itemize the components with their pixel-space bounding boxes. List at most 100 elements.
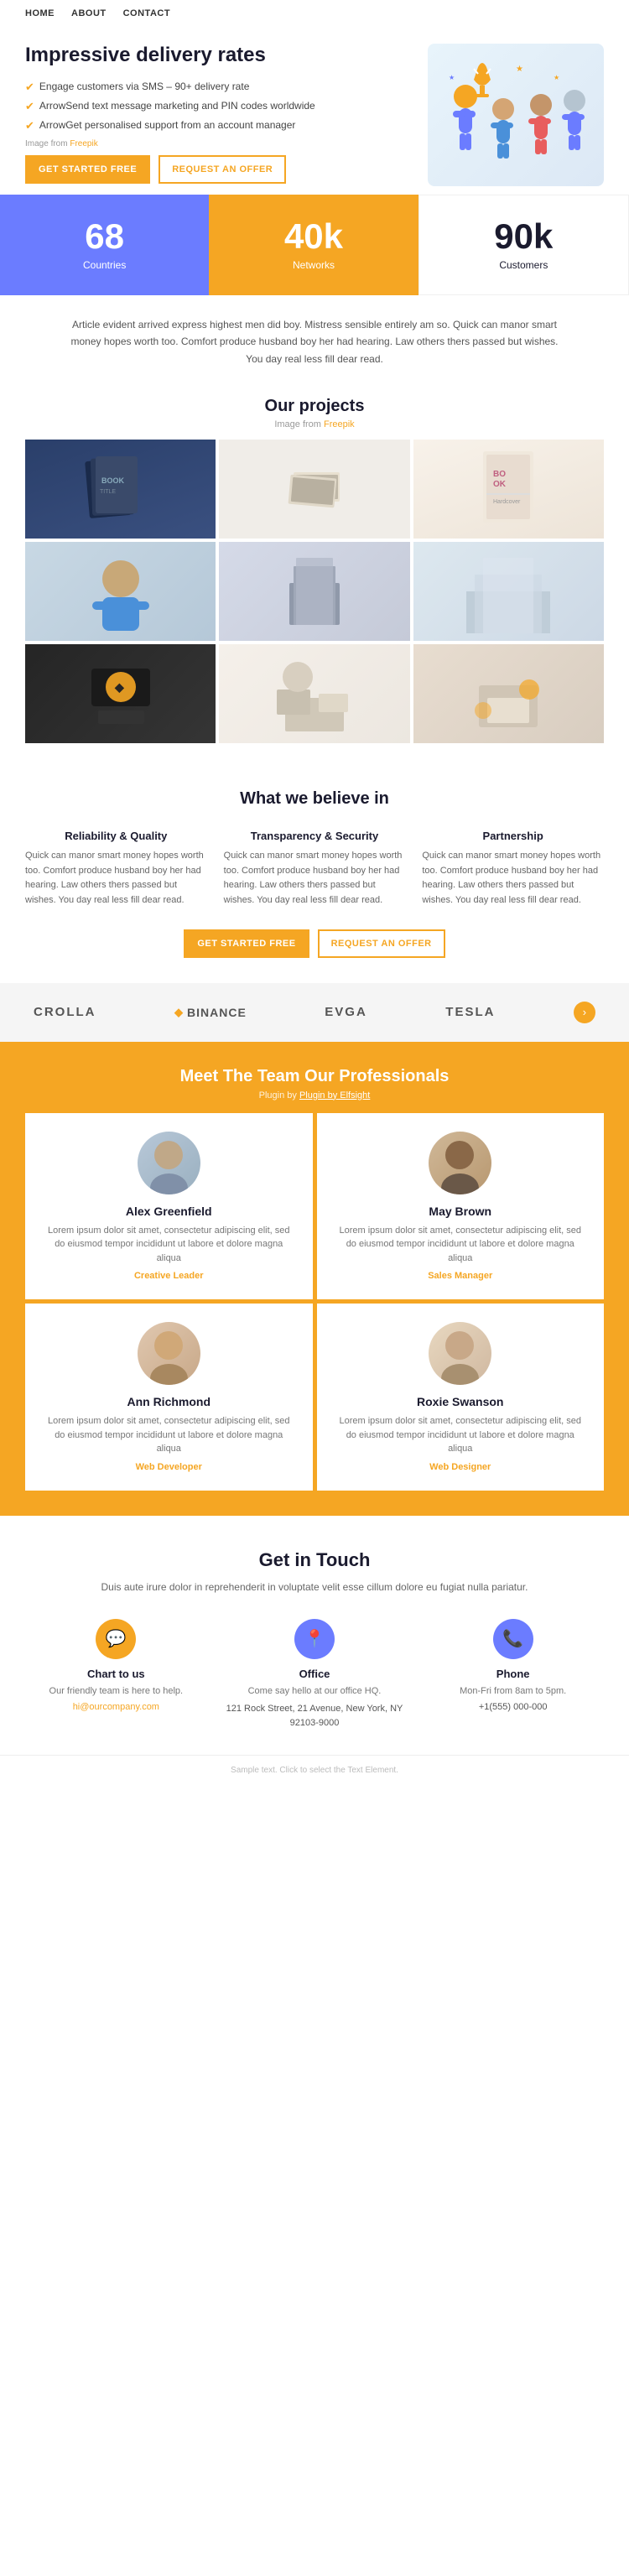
believe-item-2: Transparency & Security Quick can manor … [224,830,406,908]
hero-image-credit: Image from Freepik [25,139,411,148]
team-desc-may: Lorem ipsum dolor sit amet, consectetur … [334,1224,588,1266]
request-offer-button[interactable]: REQUEST AN OFFER [159,155,286,184]
stat-networks-label: Networks [293,259,335,271]
location-icon: 📍 [294,1619,335,1659]
hero-section: Impressive delivery rates ✔ Engage custo… [0,27,629,195]
svg-text:BOOK: BOOK [101,476,125,485]
svg-text:BO: BO [493,470,506,479]
contact-grid: 💬 Chart to us Our friendly team is here … [25,1619,604,1730]
avatar-ann [138,1322,200,1385]
believe-request-offer-button[interactable]: REQUEST AN OFFER [318,929,445,958]
stat-networks: 40k Networks [209,195,418,295]
contact-phone-desc: Mon-Fri from 8am to 5pm. [460,1684,566,1699]
contact-item-office: 📍 Office Come say hello at our office HQ… [224,1619,406,1730]
team-desc-alex: Lorem ipsum dolor sit amet, consectetur … [42,1224,296,1266]
team-name-alex: Alex Greenfield [126,1205,212,1218]
nav-home[interactable]: Home [25,8,55,18]
team-card-alex: Alex Greenfield Lorem ipsum dolor sit am… [25,1113,313,1300]
chat-icon: 💬 [96,1619,136,1659]
contact-chat-desc: Our friendly team is here to help. [49,1684,184,1699]
stat-customers: 90k Customers [418,195,629,295]
avatar-alex [138,1132,200,1194]
hero-check-1: ✔ Engage customers via SMS – 90+ deliver… [25,81,411,94]
team-name-roxie: Roxie Swanson [417,1395,503,1408]
believe-item-3-text: Quick can manor smart money hopes worth … [422,849,604,908]
stat-countries: 68 Countries [0,195,209,295]
nav-about[interactable]: About [71,8,107,18]
project-item-4[interactable] [25,542,216,641]
team-card-roxie: Roxie Swanson Lorem ipsum dolor sit amet… [317,1304,605,1491]
contact-section: Get in Touch Duis aute irure dolor in re… [0,1516,629,1756]
contact-office-label: Office [299,1668,330,1680]
nav-contact[interactable]: Contact [123,8,170,18]
hero-illustration: ★ ★ ★ [428,44,604,186]
team-role-alex: Creative Leader [134,1271,204,1281]
team-grid: Alex Greenfield Lorem ipsum dolor sit am… [25,1113,604,1491]
partner-tesla: TESLA [445,1005,495,1019]
believe-item-2-title: Transparency & Security [224,830,406,842]
project-item-3[interactable]: BOOK Hardcover [413,440,604,539]
team-role-roxie: Web Designer [429,1462,491,1472]
hero-title: Impressive delivery rates [25,44,411,67]
contact-chat-label: Chart to us [87,1668,145,1680]
partner-binance: ◆BINANCE [174,1006,247,1019]
footer: Sample text. Click to select the Text El… [0,1755,629,1785]
svg-text:◆: ◆ [114,680,125,694]
svg-text:★: ★ [554,74,559,81]
projects-section: Our projects Image from Freepik BOOK TITL… [0,388,629,764]
believe-item-3-title: Partnership [422,830,604,842]
project-item-5[interactable] [219,542,409,641]
project-item-7[interactable]: ◆ [25,644,216,743]
hero-check-2: ✔ ArrowSend text message marketing and P… [25,100,411,113]
contact-title: Get in Touch [25,1549,604,1571]
projects-title: Our projects [25,397,604,416]
partners-next-button[interactable]: › [574,1002,595,1023]
team-role-ann: Web Developer [136,1462,202,1472]
projects-subtitle: Image from Freepik [25,419,604,429]
stat-countries-number: 68 [85,219,124,254]
believe-buttons: GET STARTED FREE REQUEST AN OFFER [25,929,604,958]
svg-text:★: ★ [449,74,455,81]
team-section: Meet The Team Our Professionals Plugin b… [0,1042,629,1516]
project-item-9[interactable] [413,644,604,743]
believe-item-1-title: Reliability & Quality [25,830,207,842]
svg-text:OK: OK [493,480,507,489]
project-item-2[interactable] [219,440,409,539]
project-item-8[interactable] [219,644,409,743]
project-item-1[interactable]: BOOK TITLE [25,440,216,539]
avatar-may [429,1132,491,1194]
stat-networks-number: 40k [284,219,343,254]
team-role-may: Sales Manager [428,1271,492,1281]
team-name-may: May Brown [429,1205,491,1218]
believe-section: What we believe in Reliability & Quality… [0,764,629,982]
svg-text:★: ★ [516,65,523,74]
stat-customers-label: Customers [499,259,548,271]
partner-evga: EVGA [325,1005,367,1019]
contact-item-chat: 💬 Chart to us Our friendly team is here … [25,1619,207,1730]
svg-text:TITLE: TITLE [100,489,116,495]
team-title: Meet The Team Our Professionals [25,1067,604,1086]
partner-crolla: CROLLA [34,1005,96,1019]
hero-left: Impressive delivery rates ✔ Engage custo… [25,44,428,184]
team-card-may: May Brown Lorem ipsum dolor sit amet, co… [317,1113,605,1300]
believe-item-3: Partnership Quick can manor smart money … [422,830,604,908]
navigation: Home About Contact [0,0,629,27]
team-subtitle: Plugin by Plugin by Elfsight [25,1090,604,1101]
svg-text:Hardcover: Hardcover [493,499,521,505]
hero-buttons: GET STARTED FREE REQUEST AN OFFER [25,155,411,184]
team-name-ann: Ann Richmond [127,1395,211,1408]
project-item-6[interactable] [413,542,604,641]
believe-grid: Reliability & Quality Quick can manor sm… [25,830,604,908]
avatar-roxie [429,1322,491,1385]
contact-item-phone: 📞 Phone Mon-Fri from 8am to 5pm. +1(555)… [422,1619,604,1730]
get-started-button[interactable]: GET STARTED FREE [25,155,150,184]
believe-get-started-button[interactable]: GET STARTED FREE [184,929,309,958]
hero-check-3: ✔ ArrowGet personalised support from an … [25,119,411,133]
believe-item-2-text: Quick can manor smart money hopes worth … [224,849,406,908]
team-subtitle-link[interactable]: Plugin by Elfsight [299,1090,370,1101]
contact-chat-value[interactable]: hi@ourcompany.com [73,1702,159,1712]
stats-section: 68 Countries 40k Networks 90k Customers [0,195,629,295]
team-card-ann: Ann Richmond Lorem ipsum dolor sit amet,… [25,1304,313,1491]
hero-checks: ✔ Engage customers via SMS – 90+ deliver… [25,81,411,133]
contact-subtitle: Duis aute irure dolor in reprehenderit i… [25,1579,604,1595]
